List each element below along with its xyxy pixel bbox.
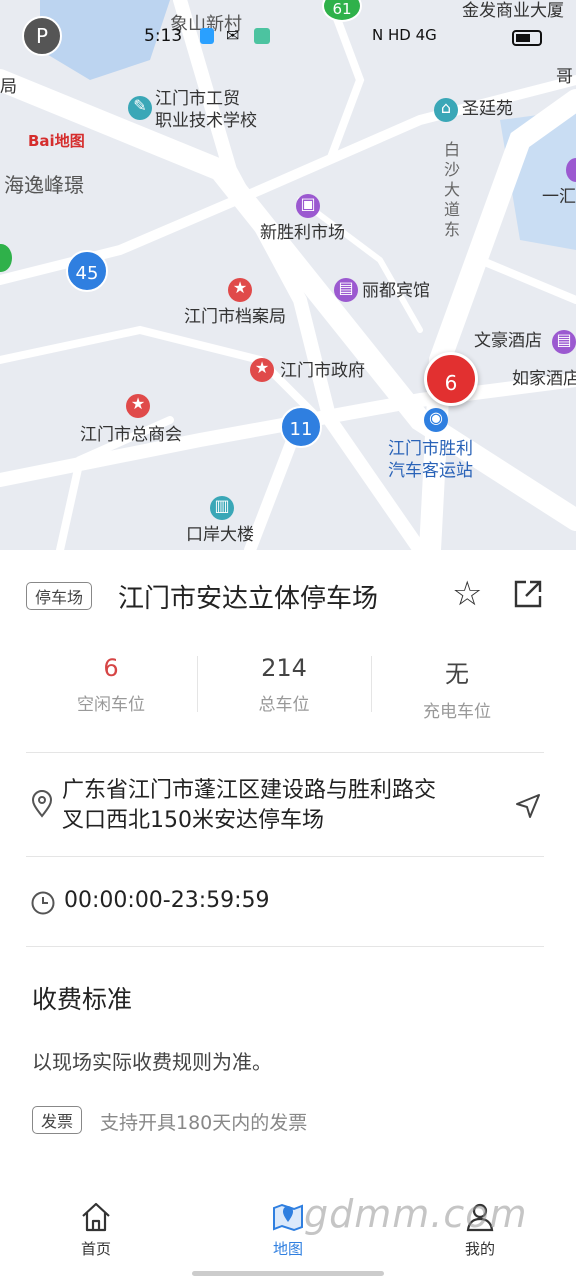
category-tag: 停车场 bbox=[26, 582, 93, 610]
poi-label[interactable]: 金发商业大厦 bbox=[462, 0, 564, 22]
building-icon: ▥ bbox=[210, 496, 234, 520]
school-icon: ✎ bbox=[128, 96, 152, 120]
opening-hours: 00:00:00-23:59:59 bbox=[64, 888, 270, 913]
stat-free-spaces: 6 空闲车位 bbox=[26, 654, 196, 715]
watermark-text: gdmm.com bbox=[304, 1192, 528, 1236]
nav-label: 我的 bbox=[464, 1240, 495, 1258]
stat-label: 总车位 bbox=[258, 695, 310, 715]
hotel-icon: ▤ bbox=[334, 278, 358, 302]
status-bar: 5:13 ✉ N HD 4G bbox=[0, 22, 576, 52]
parking-detail-panel: 停车场 江门市安达立体停车场 ☆ 6 空闲车位 214 总车位 无 充电车位 广… bbox=[0, 550, 576, 1280]
poi-label[interactable]: 口岸大楼 bbox=[186, 524, 254, 546]
stat-label: 充电车位 bbox=[423, 702, 491, 722]
poi-label[interactable]: 江门市总商会 bbox=[80, 424, 182, 446]
invoice-tag: 发票 bbox=[32, 1106, 83, 1134]
map-view[interactable]: 象山新村 金发商业大厦 江门市工贸 职业技术学校 圣廷苑 海逸峰璟 新胜利市场 … bbox=[0, 0, 576, 550]
poi-label[interactable]: 哥 bbox=[556, 66, 573, 88]
home-indicator[interactable] bbox=[192, 1271, 384, 1276]
shopping-icon: ▣ bbox=[296, 194, 320, 218]
poi-label[interactable]: 一汇 bbox=[542, 186, 576, 208]
poi-label[interactable]: 江门市档案局 bbox=[184, 306, 286, 328]
status-time: 5:13 bbox=[144, 26, 183, 46]
bus-station-icon: ◉ bbox=[424, 408, 448, 432]
stat-value: 214 bbox=[261, 654, 307, 682]
parking-address: 广东省江门市蓬江区建设路与胜利路交叉口西北150米安达停车场 bbox=[62, 778, 437, 833]
clock-icon bbox=[30, 890, 56, 920]
road-label: 白沙大道东 bbox=[444, 140, 461, 239]
invoice-text: 支持开具180天内的发票 bbox=[100, 1112, 308, 1134]
poi-label[interactable]: 圣廷苑 bbox=[462, 98, 513, 120]
fee-text: 以现场实际收费规则为准。 bbox=[32, 1050, 272, 1074]
poi-label[interactable]: 如家酒店 bbox=[512, 368, 576, 390]
government-icon: ★ bbox=[126, 394, 150, 418]
parking-title: 江门市安达立体停车场 bbox=[118, 584, 379, 614]
navigate-icon[interactable] bbox=[514, 792, 542, 824]
fee-title: 收费标准 bbox=[32, 985, 133, 1014]
poi-label[interactable]: 新胜利市场 bbox=[260, 222, 345, 244]
nav-home[interactable]: 首页 bbox=[36, 1200, 156, 1259]
nav-label: 地图 bbox=[272, 1240, 303, 1258]
share-icon[interactable] bbox=[512, 578, 542, 608]
poi-label[interactable]: 江门市工贸 职业技术学校 bbox=[155, 88, 257, 132]
poi-label[interactable]: 文豪酒店 bbox=[474, 330, 542, 352]
divider bbox=[26, 856, 544, 857]
selected-parking-marker[interactable]: 6 bbox=[424, 352, 478, 406]
status-indicators: N HD 4G bbox=[372, 26, 437, 44]
government-icon: ★ bbox=[228, 278, 252, 302]
poi-label[interactable]: 海逸峰璟 bbox=[4, 174, 84, 196]
residence-icon: ⌂ bbox=[434, 98, 458, 122]
parking-marker[interactable]: 45 bbox=[66, 250, 108, 292]
message-icon bbox=[254, 28, 270, 44]
divider bbox=[26, 752, 544, 753]
stat-label: 空闲车位 bbox=[77, 695, 145, 715]
poi-label[interactable]: 丽都宾馆 bbox=[362, 280, 430, 302]
home-icon bbox=[36, 1200, 156, 1238]
favorite-star-icon[interactable]: ☆ bbox=[452, 574, 482, 614]
stat-charging-spaces: 无 充电车位 bbox=[372, 654, 542, 722]
app-notification-icon bbox=[200, 28, 214, 44]
hotel-icon: ▤ bbox=[552, 330, 576, 354]
nav-label: 首页 bbox=[80, 1240, 111, 1258]
stat-value: 无 bbox=[445, 660, 469, 688]
parking-marker[interactable]: 11 bbox=[280, 406, 322, 448]
stat-total-spaces: 214 总车位 bbox=[199, 654, 369, 715]
poi-label[interactable]: 江门市政府 bbox=[280, 360, 365, 382]
baidu-map-logo: Bai地图 bbox=[28, 132, 85, 150]
divider bbox=[26, 946, 544, 947]
wechat-icon: ✉ bbox=[226, 26, 240, 45]
government-icon: ★ bbox=[250, 358, 274, 382]
poi-label[interactable]: 局 bbox=[0, 76, 17, 98]
battery-icon bbox=[512, 30, 542, 46]
stat-value: 6 bbox=[103, 654, 119, 682]
location-pin-icon bbox=[30, 790, 54, 822]
poi-label[interactable]: 江门市胜利 汽车客运站 bbox=[388, 438, 473, 482]
stat-divider bbox=[197, 656, 198, 712]
